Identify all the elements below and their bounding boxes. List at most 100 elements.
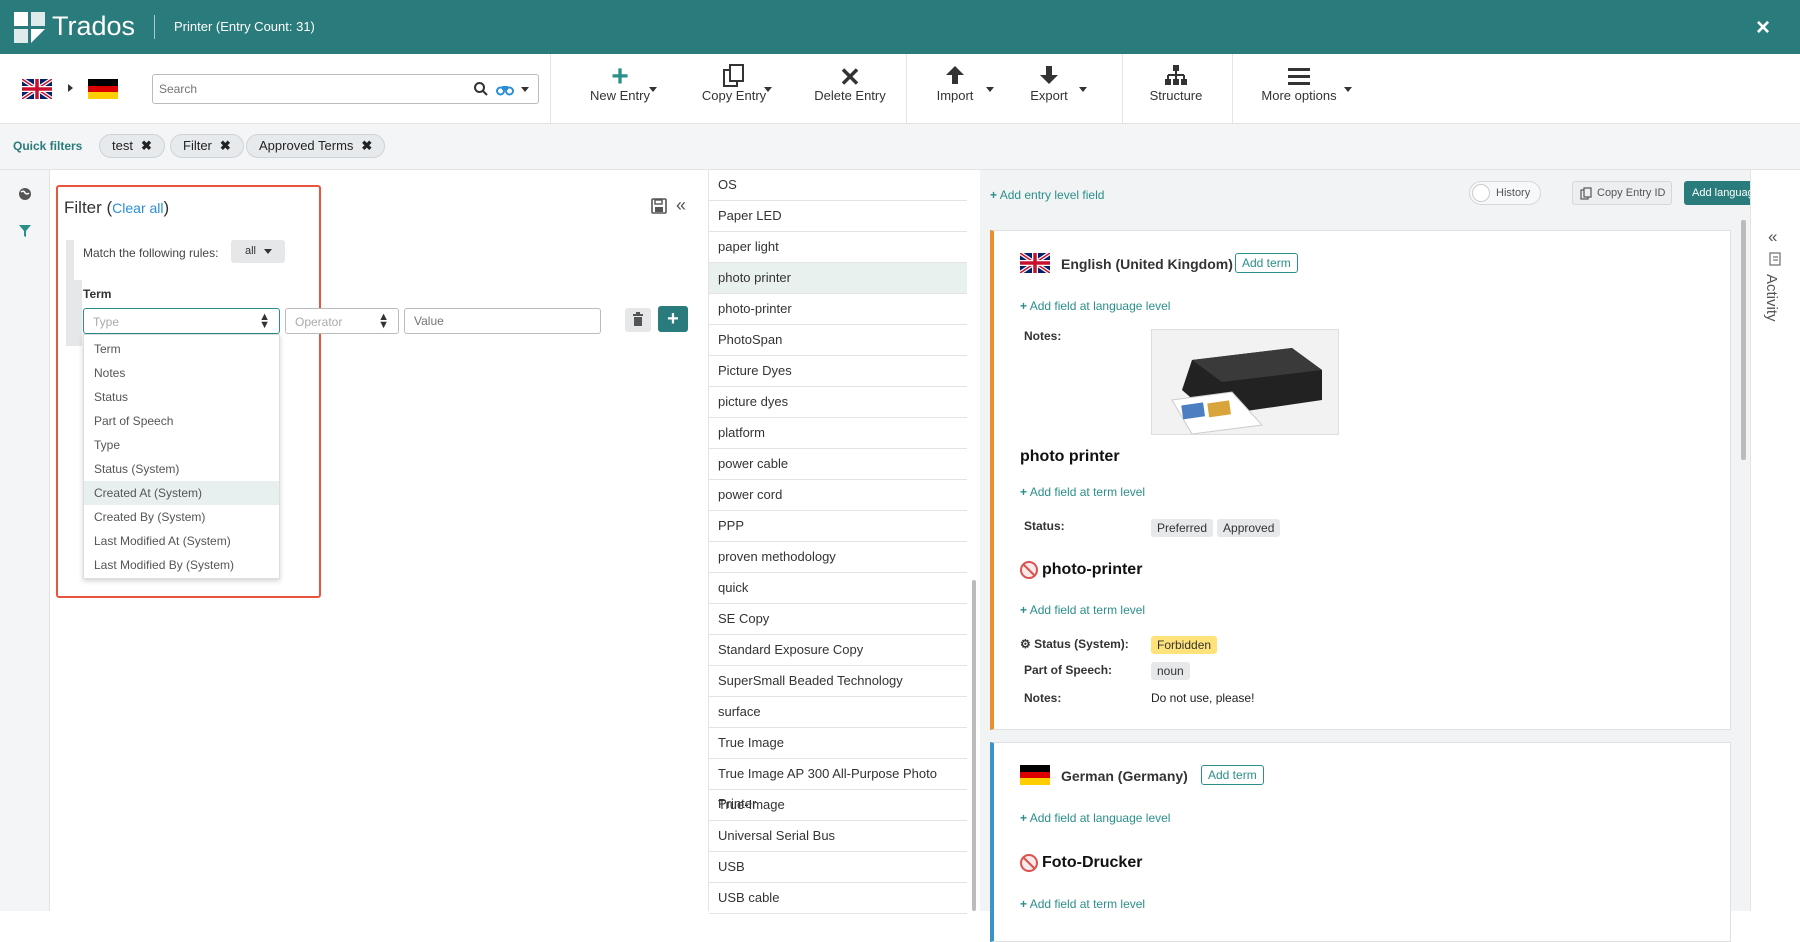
dropdown-option[interactable]: Part of Speech bbox=[84, 409, 279, 433]
dropdown-option[interactable]: Type bbox=[84, 433, 279, 457]
entry-pane-scrollbar[interactable] bbox=[1741, 220, 1746, 460]
term-list-scrollbar[interactable] bbox=[972, 580, 976, 911]
toggle-knob bbox=[1472, 184, 1490, 202]
term-list-item[interactable]: PPP bbox=[709, 511, 967, 542]
add-rule-button[interactable]: + bbox=[658, 306, 688, 332]
delete-entry-button[interactable]: ✕ Delete Entry bbox=[800, 54, 900, 124]
quick-filters-bar: Quick filters test ✖ Filter ✖ Approved Ter… bbox=[0, 124, 1800, 170]
activity-icon bbox=[1769, 252, 1783, 266]
add-entry-field-link[interactable]: + Add entry level field bbox=[990, 188, 1104, 202]
expand-panel-icon[interactable]: « bbox=[1768, 227, 1777, 247]
status-values: Preferred Approved bbox=[1151, 519, 1284, 537]
term-list-item[interactable]: Standard Exposure Copy bbox=[709, 635, 967, 666]
sitemap-icon bbox=[1134, 54, 1218, 88]
term-list-item[interactable]: proven methodology bbox=[709, 542, 967, 573]
term-list-item[interactable]: quick bbox=[709, 573, 967, 604]
collapse-pane-icon[interactable]: « bbox=[676, 195, 686, 216]
advanced-search-icon[interactable] bbox=[496, 81, 514, 97]
term-list-item[interactable]: Picture Dyes bbox=[709, 356, 967, 387]
filter-pane: Filter (Clear all) « Match the following… bbox=[50, 170, 708, 911]
rule-group-label: Term bbox=[83, 287, 112, 301]
term-list-item[interactable]: paper light bbox=[709, 232, 967, 263]
term-list-item[interactable]: picture dyes bbox=[709, 387, 967, 418]
term-list-item[interactable]: platform bbox=[709, 418, 967, 449]
dropdown-option[interactable]: Status (System) bbox=[84, 457, 279, 481]
remove-chip-icon[interactable]: ✖ bbox=[141, 138, 152, 153]
search-options-chevron-icon[interactable] bbox=[521, 87, 529, 92]
quick-filter-chip[interactable]: Approved Terms ✖ bbox=[246, 134, 386, 158]
term-list-item[interactable]: power cable bbox=[709, 449, 967, 480]
copy-entry-id-button[interactable]: Copy Entry ID bbox=[1572, 181, 1672, 205]
term-list-item[interactable]: PhotoSpan bbox=[709, 325, 967, 356]
quick-filter-chip[interactable]: Filter ✖ bbox=[170, 134, 244, 158]
copy-icon bbox=[684, 54, 784, 88]
save-filter-icon[interactable] bbox=[651, 198, 667, 214]
term-list-item[interactable]: SuperSmall Beaded Technology bbox=[709, 666, 967, 697]
dropdown-option[interactable]: Notes bbox=[84, 361, 279, 385]
more-options-chevron-icon[interactable] bbox=[1344, 87, 1352, 92]
globe-icon[interactable] bbox=[18, 187, 32, 201]
dropdown-option-highlighted[interactable]: Created At (System) bbox=[84, 481, 279, 505]
term-list-item[interactable]: photo-printer bbox=[709, 294, 967, 325]
value-input[interactable] bbox=[404, 308, 601, 334]
activity-panel[interactable]: « Activity bbox=[1750, 170, 1800, 911]
clear-all-link[interactable]: Clear all bbox=[112, 200, 163, 216]
delete-rule-button[interactable] bbox=[625, 308, 651, 332]
term-list-item[interactable]: surface bbox=[709, 697, 967, 728]
part-of-speech-value: noun bbox=[1151, 662, 1194, 680]
quick-filter-chip[interactable]: test ✖ bbox=[99, 134, 165, 158]
add-field-term-link[interactable]: + Add field at term level bbox=[1020, 897, 1145, 911]
term-list-item[interactable]: True-Image bbox=[709, 790, 967, 821]
remove-chip-icon[interactable]: ✖ bbox=[361, 138, 372, 153]
target-language-flag-icon[interactable] bbox=[88, 79, 118, 99]
import-chevron-icon[interactable] bbox=[986, 87, 994, 92]
term-list-item[interactable]: photo printer bbox=[709, 263, 967, 294]
search-icon[interactable] bbox=[473, 81, 489, 97]
dropdown-option[interactable]: Status bbox=[84, 385, 279, 409]
term-list-item[interactable]: power cord bbox=[709, 480, 967, 511]
dropdown-option[interactable]: Created By (System) bbox=[84, 505, 279, 529]
dropdown-option[interactable]: Last Modified At (System) bbox=[84, 529, 279, 553]
direction-arrow-icon bbox=[68, 84, 73, 92]
hamburger-icon bbox=[1254, 54, 1344, 88]
term-list-item[interactable]: Universal Serial Bus bbox=[709, 821, 967, 852]
search-input[interactable] bbox=[159, 79, 459, 99]
export-chevron-icon[interactable] bbox=[1079, 87, 1087, 92]
structure-button[interactable]: Structure bbox=[1134, 54, 1218, 124]
term-list-item[interactable]: True Image AP 300 All-Purpose Photo Prin… bbox=[709, 759, 967, 811]
dropdown-option[interactable]: Last Modified By (System) bbox=[84, 553, 279, 577]
trash-icon bbox=[633, 312, 643, 326]
term-list-item[interactable]: USB cable bbox=[709, 883, 967, 914]
add-field-language-link[interactable]: + Add field at language level bbox=[1020, 299, 1170, 313]
status-system-label: ⚙ Status (System): bbox=[1020, 637, 1129, 651]
import-button[interactable]: Import bbox=[918, 54, 992, 124]
match-select[interactable]: all bbox=[231, 240, 285, 263]
brand-name: Trados bbox=[52, 11, 136, 41]
add-field-term-link[interactable]: + Add field at term level bbox=[1020, 603, 1145, 617]
term-list-item[interactable]: USB bbox=[709, 852, 967, 883]
gear-icon: ⚙ bbox=[1020, 637, 1031, 651]
filter-funnel-icon[interactable] bbox=[18, 224, 32, 238]
history-toggle[interactable]: History bbox=[1469, 181, 1541, 205]
type-select[interactable]: Type ▲ ▼ bbox=[83, 308, 280, 334]
source-language-flag-icon[interactable] bbox=[20, 77, 54, 101]
term-list-item[interactable]: SE Copy bbox=[709, 604, 967, 635]
dropdown-option[interactable]: Term bbox=[84, 337, 279, 361]
add-field-term-link[interactable]: + Add field at term level bbox=[1020, 485, 1145, 499]
term-list-item[interactable]: Paper LED bbox=[709, 201, 967, 232]
term-list-item[interactable]: OS bbox=[709, 170, 967, 201]
status-badge: Approved bbox=[1217, 519, 1281, 537]
add-term-button[interactable]: Add term bbox=[1201, 765, 1264, 785]
copy-entry-chevron-icon[interactable] bbox=[764, 87, 772, 92]
close-icon[interactable]: × bbox=[1756, 14, 1770, 42]
operator-select[interactable]: Operator ▲ ▼ bbox=[285, 308, 399, 334]
add-field-language-link[interactable]: + Add field at language level bbox=[1020, 811, 1170, 825]
remove-chip-icon[interactable]: ✖ bbox=[220, 138, 231, 153]
new-entry-chevron-icon[interactable] bbox=[649, 87, 657, 92]
export-button[interactable]: Export bbox=[1012, 54, 1086, 124]
add-term-button[interactable]: Add term bbox=[1235, 253, 1298, 273]
add-language-button[interactable]: Add language bbox=[1684, 181, 1757, 205]
more-options-button[interactable]: More options bbox=[1254, 54, 1344, 124]
term-list-item[interactable]: True Image bbox=[709, 728, 967, 759]
notes-label: Notes: bbox=[1024, 691, 1062, 705]
